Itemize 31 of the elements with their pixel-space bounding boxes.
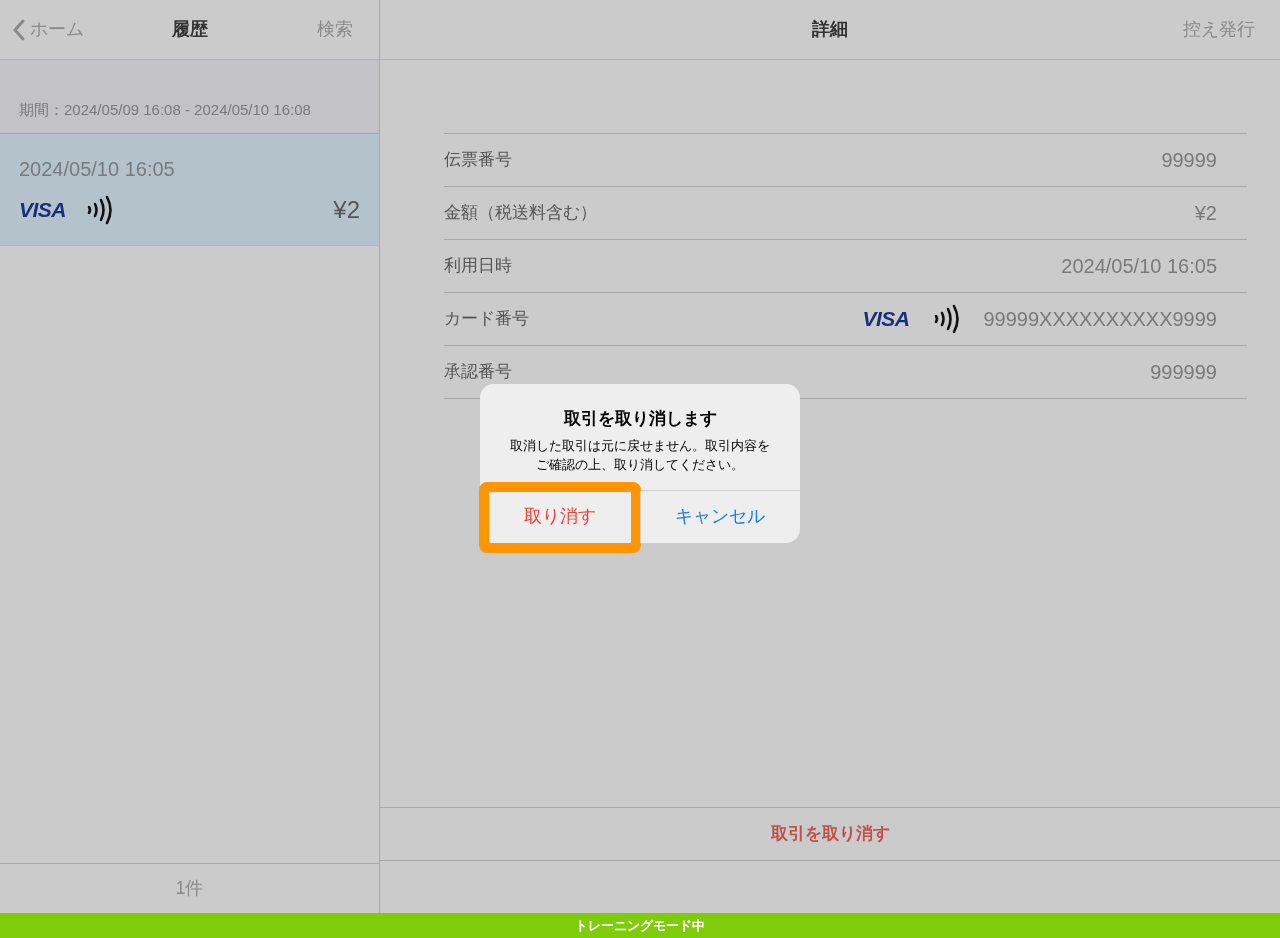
dialog-button[interactable]: キャンセル: [640, 490, 800, 543]
dialog-title: 取引を取り消します: [563, 408, 717, 430]
cancel-transaction-button[interactable]: 取引を取り消す: [770, 821, 890, 847]
field-value: 999999: [1150, 360, 1217, 385]
field-label: 金額（税送料含む）: [444, 202, 597, 225]
transaction-row[interactable]: 2024/05/10 16:05 VISA ¥2: [0, 134, 379, 246]
dialog-button[interactable]: 取り消す: [480, 490, 640, 543]
transaction-datetime: 2024/05/10 16:05: [19, 157, 176, 182]
field-value: 99999XXXXXXXXXX9999: [983, 307, 1217, 332]
contactless-icon: [85, 195, 112, 225]
field-label: 承認番号: [444, 361, 512, 384]
transaction-amount: ¥2: [333, 195, 360, 225]
field-value: ¥2: [1194, 201, 1217, 226]
contactless-icon: [933, 304, 960, 334]
issue-receipt-button[interactable]: 控え発行: [1183, 16, 1255, 43]
field-label: 伝票番号: [444, 149, 512, 172]
field-value: 2024/05/10 16:05: [1061, 254, 1217, 279]
card-brand-logo: VISA: [19, 197, 66, 224]
banner-text: トレーニングモード中: [575, 916, 705, 935]
result-count: 1件: [175, 877, 204, 900]
panel-title: 履歴: [171, 18, 208, 41]
field-label: 利用日時: [444, 255, 512, 278]
field-value: 99999: [1161, 148, 1217, 173]
field-label: カード番号: [444, 308, 529, 331]
card-brand-logo: VISA: [862, 306, 910, 333]
back-button[interactable]: ホーム: [12, 16, 84, 43]
dialog-message: 取消した取引は元に戻せません。取引内容をご確認の上、取り消してください。: [509, 436, 771, 474]
period-range: 期間：2024/05/09 16:08 - 2024/05/10 16:08: [19, 99, 311, 120]
back-chevron-icon: [12, 18, 26, 41]
panel-title: 詳細: [812, 18, 848, 41]
search-button[interactable]: 検索: [317, 16, 353, 43]
